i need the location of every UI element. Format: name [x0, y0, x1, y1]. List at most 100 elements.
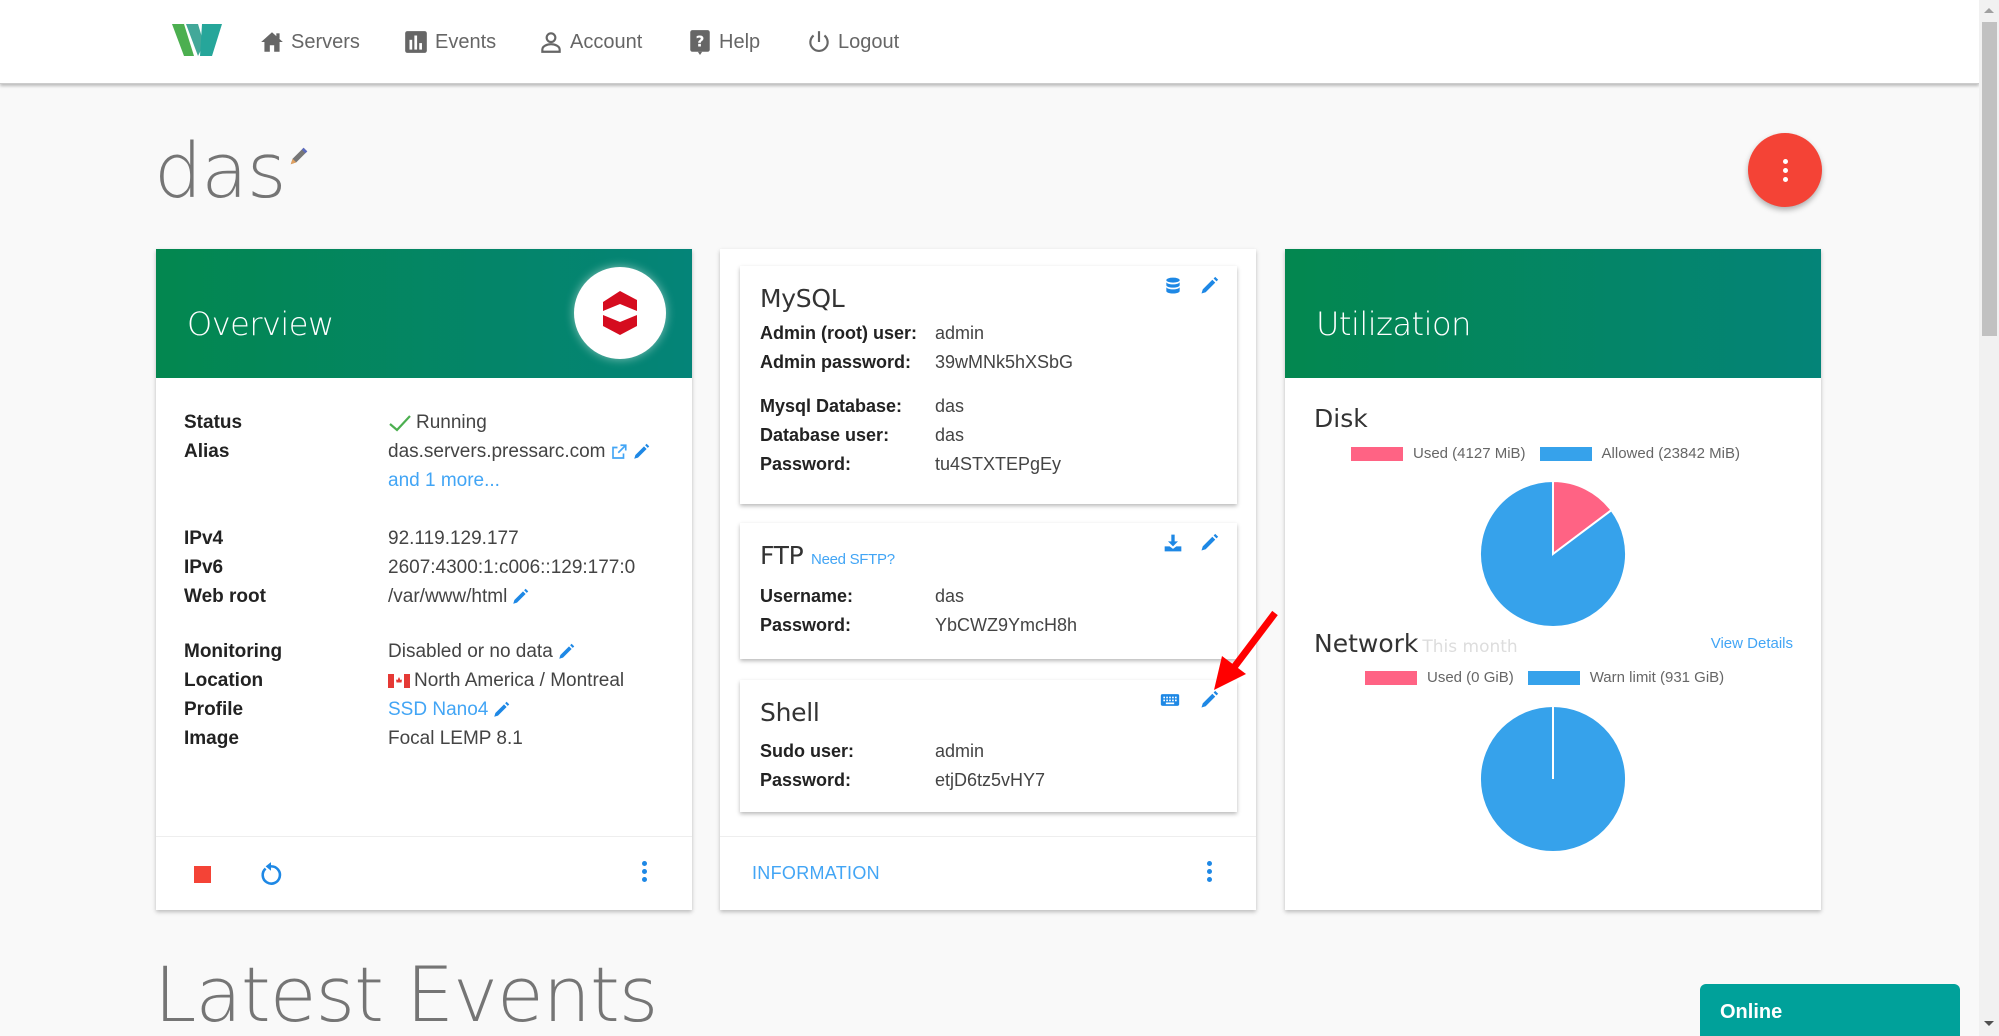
shell-row-label: Sudo user:: [760, 741, 855, 761]
legend-swatch-allowed: [1539, 446, 1592, 461]
edit-server-name-icon[interactable]: [288, 145, 310, 167]
webroot-label: Web root: [184, 586, 266, 607]
check-icon: [389, 414, 411, 432]
network-subtitle: This month: [1422, 637, 1518, 657]
ftp-title-text: FTP: [760, 541, 804, 570]
mysql-row-value: tu4STXTEPgEy: [935, 454, 1062, 474]
overview-details: Monitoring Disabled or no data Location …: [184, 637, 664, 757]
monitoring-value: Disabled or no data: [388, 637, 575, 666]
disk-legend-used[interactable]: Used (4127 MiB): [1413, 445, 1526, 462]
shell-row-value: admin: [935, 741, 985, 761]
disk-legend: Used (4127 MiB) Allowed (23842 MiB): [1351, 445, 1740, 462]
status-label: Status: [184, 412, 243, 433]
keyboard-icon[interactable]: [1157, 690, 1183, 710]
profile-label: Profile: [184, 699, 244, 720]
nav-logout-label: Logout: [838, 30, 900, 53]
mysql-card: MySQL Admin (root) user: admin Admin pass…: [740, 266, 1237, 504]
monitoring-label: Monitoring: [184, 641, 283, 662]
profile-value: SSD Nano4: [388, 695, 510, 724]
top-nav: Servers Events Account ? Help Logout: [0, 0, 1979, 84]
profile-link[interactable]: SSD Nano4: [388, 695, 488, 724]
page-scrollbar[interactable]: [1979, 0, 1999, 1036]
webroot-text: /var/www/html: [388, 586, 508, 607]
server-name-title: das: [154, 126, 286, 215]
network-pie-chart: [1478, 704, 1628, 854]
utilization-title: Utilization: [1316, 305, 1471, 343]
ftp-row-value: YbCWZ9YmcH8h: [935, 615, 1078, 635]
mysql-row-label: Password:: [760, 454, 852, 474]
network-title-text: Network: [1314, 629, 1419, 658]
credentials-footer: INFORMATION: [720, 836, 1256, 910]
chat-online-widget[interactable]: Online: [1700, 984, 1960, 1036]
credentials-more-menu[interactable]: [1207, 861, 1212, 882]
image-label: Image: [184, 728, 239, 749]
svg-text:?: ?: [696, 32, 705, 50]
nav-events[interactable]: Events: [403, 27, 496, 57]
overview-status-alias: Status Running Alias das.servers.pressar…: [184, 408, 664, 468]
alias-text: das.servers.pressarc.com: [388, 441, 606, 462]
ipv4-value: 92.119.129.177: [388, 528, 519, 549]
credentials-card: MySQL Admin (root) user: admin Admin pass…: [720, 249, 1256, 910]
scroll-down-arrow-icon[interactable]: [1984, 1021, 1994, 1026]
edit-alias-icon[interactable]: [632, 443, 650, 461]
ipv6-label: IPv6: [184, 557, 224, 578]
nav-help[interactable]: ? Help: [687, 27, 760, 57]
disk-legend-allowed[interactable]: Allowed (23842 MiB): [1602, 445, 1740, 462]
edit-mysql-icon[interactable]: [1199, 276, 1219, 296]
shell-card: Shell Sudo user: admin Password: etjD6tz5v…: [740, 680, 1237, 812]
monitoring-text: Disabled or no data: [388, 641, 553, 662]
legend-swatch-limit: [1527, 670, 1580, 685]
network-title: Network This month: [1314, 629, 1518, 658]
network-legend-used[interactable]: Used (0 GiB): [1427, 669, 1514, 686]
mysql-row-label: Admin password:: [760, 352, 912, 372]
image-link[interactable]: Focal LEMP 8.1: [388, 724, 523, 753]
overview-network: IPv4 92.119.129.177 IPv6 2607:4300:1:c00…: [184, 524, 664, 614]
alias-value: das.servers.pressarc.com: [388, 437, 650, 466]
nav-servers[interactable]: Servers: [259, 27, 360, 57]
server-actions-fab[interactable]: [1748, 133, 1822, 207]
mysql-row-value: das: [935, 396, 965, 416]
ftp-row-label: Username:: [760, 586, 854, 606]
nav-events-label: Events: [435, 30, 497, 53]
bar-chart-icon: [405, 31, 427, 53]
network-legend-limit[interactable]: Warn limit (931 GiB): [1590, 669, 1724, 686]
overview-more-menu[interactable]: [642, 861, 647, 882]
nav-account[interactable]: Account: [538, 27, 642, 57]
overview-footer: [156, 836, 692, 910]
ipv4-label: IPv4: [184, 528, 224, 549]
overview-card: Overview Status Running Alias das.server…: [156, 249, 692, 910]
ipv6-value: 2607:4300:1:c006::129:177:0: [388, 557, 636, 578]
mysql-row-label: Mysql Database:: [760, 396, 903, 416]
shell-title: Shell: [760, 698, 820, 727]
scroll-up-arrow-icon[interactable]: [1984, 8, 1994, 13]
nav-servers-label: Servers: [291, 30, 360, 53]
restart-server-icon[interactable]: [258, 861, 284, 889]
external-link-icon[interactable]: [610, 443, 628, 461]
alias-more-link[interactable]: and 1 more...: [388, 466, 500, 495]
scroll-thumb[interactable]: [1982, 22, 1997, 336]
shell-row-label: Password:: [760, 770, 852, 790]
overview-title: Overview: [187, 305, 334, 343]
ftp-title: FTP Need SFTP?: [760, 541, 895, 570]
logo-icon[interactable]: [172, 22, 224, 58]
mysql-row-label: Database user:: [760, 425, 890, 445]
mysql-title: MySQL: [760, 284, 845, 313]
edit-profile-icon[interactable]: [492, 701, 510, 719]
webroot-value: /var/www/html: [388, 582, 529, 611]
stop-server-button[interactable]: [194, 866, 211, 883]
nav-help-label: Help: [719, 30, 761, 53]
edit-ftp-icon[interactable]: [1199, 533, 1219, 553]
location-value: North America / Montreal: [388, 666, 624, 695]
view-details-link[interactable]: View Details: [1711, 635, 1793, 652]
location-text: North America / Montreal: [414, 670, 625, 691]
database-icon[interactable]: [1163, 276, 1183, 296]
nav-logout[interactable]: Logout: [806, 27, 899, 57]
need-sftp-link[interactable]: Need SFTP?: [811, 551, 895, 568]
information-link[interactable]: INFORMATION: [752, 863, 880, 884]
shell-row-value: etjD6tz5vHY7: [935, 770, 1046, 790]
edit-shell-icon[interactable]: [1199, 690, 1219, 710]
download-icon[interactable]: [1163, 533, 1183, 553]
edit-webroot-icon[interactable]: [511, 588, 529, 606]
edit-monitoring-icon[interactable]: [557, 643, 575, 661]
home-icon: [261, 32, 283, 52]
